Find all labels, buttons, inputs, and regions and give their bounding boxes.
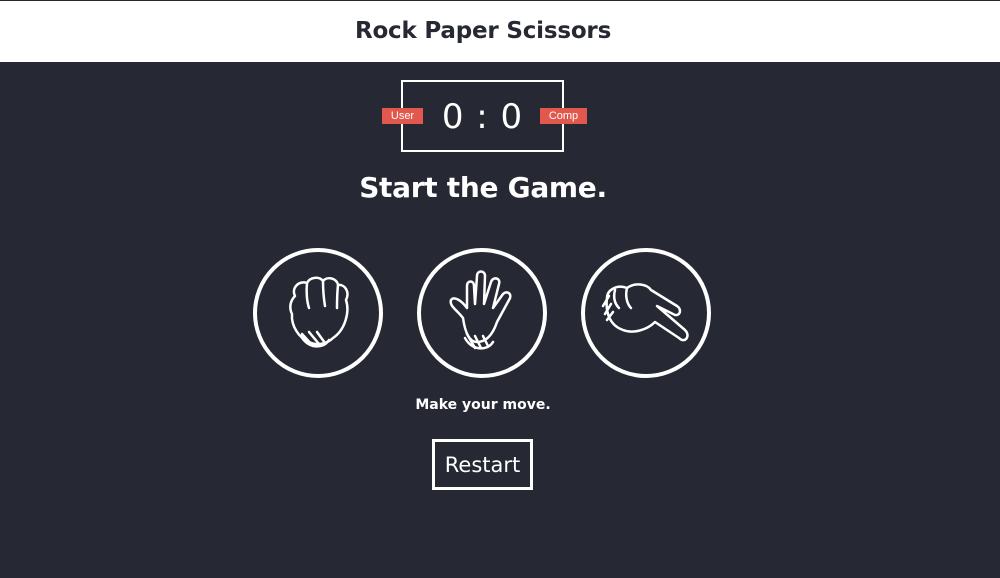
paper-hand-icon xyxy=(449,270,512,350)
comp-label-badge: Comp xyxy=(540,108,587,124)
score-display: 0 : 0 xyxy=(441,97,524,137)
scissors-choice-button[interactable] xyxy=(581,248,711,378)
rock-choice-button[interactable] xyxy=(253,248,383,378)
restart-button[interactable]: Restart xyxy=(432,439,533,490)
paper-choice-button[interactable] xyxy=(417,248,547,378)
action-message: Make your move. xyxy=(415,397,551,413)
rock-fist-icon xyxy=(289,276,349,348)
scissors-hand-icon xyxy=(601,283,689,342)
app-title: Rock Paper Scissors xyxy=(354,18,612,44)
result-title: Start the Game. xyxy=(359,171,607,204)
user-label-badge: User xyxy=(382,108,423,124)
header-bar: Rock Paper Scissors xyxy=(0,0,1000,62)
